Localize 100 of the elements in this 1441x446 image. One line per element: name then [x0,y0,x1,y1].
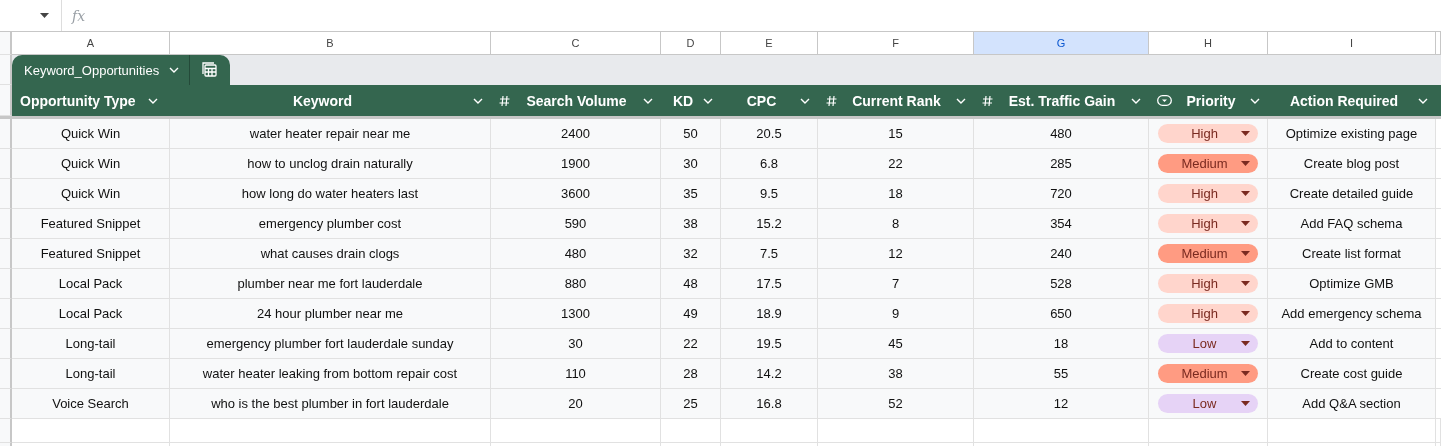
column-header[interactable] [1436,32,1441,55]
table-cell: 49 [661,299,721,329]
table-cell: 38 [818,359,974,389]
column-heading[interactable]: Current Rank [818,85,974,116]
column-heading[interactable]: Action Required [1268,85,1436,116]
column-heading[interactable]: Priority [1149,85,1268,116]
column-header[interactable]: E [721,32,818,55]
caret-icon [1241,281,1250,286]
table-cell: 52 [818,389,974,419]
table-cell: 25 [661,389,721,419]
table-cell: 1300 [491,299,661,329]
chevron-down-icon [473,97,483,104]
priority-dropdown[interactable]: Medium [1158,364,1258,383]
table-cell: 16.8 [721,389,818,419]
table-cell: 240 [974,239,1149,269]
row-header[interactable] [0,119,12,149]
table-cell: Long-tail [12,329,170,359]
table-cell: Add FAQ schema [1268,209,1436,239]
column-header[interactable]: C [491,32,661,55]
column-heading[interactable]: Search Volume [491,85,661,116]
row-header[interactable] [0,179,12,209]
priority-dropdown[interactable]: High [1158,304,1258,323]
table-view-button[interactable] [190,55,231,85]
table-cell: 22 [661,329,721,359]
table-cell: 17.5 [721,269,818,299]
table-cell: 720 [974,179,1149,209]
row-header[interactable] [0,419,12,443]
chevron-down-icon [169,67,180,73]
table-cell: 18 [818,179,974,209]
chevron-down-icon [1418,97,1428,104]
table-cell: 880 [491,269,661,299]
column-heading[interactable]: Opportunity Type [12,85,170,116]
column-header[interactable]: B [170,32,491,55]
column-heading[interactable]: Keyword [170,85,491,116]
column-header[interactable]: H [1149,32,1268,55]
table-cell: Add emergency schema [1268,299,1436,329]
row-header[interactable] [0,55,12,85]
table-name: Keyword_Opportunities [24,62,160,78]
table-cell: Quick Win [12,149,170,179]
table-cell: Add to content [1268,329,1436,359]
table-cell: 7 [818,269,974,299]
table-cell: 20 [491,389,661,419]
row-header[interactable] [0,209,12,239]
table-cell: Featured Snippet [12,239,170,269]
priority-dropdown[interactable]: Medium [1158,154,1258,173]
chevron-down-icon [956,97,966,104]
priority-dropdown[interactable]: Low [1158,334,1258,353]
table-cell: 18 [974,329,1149,359]
table-cell: 30 [661,149,721,179]
priority-dropdown[interactable]: High [1158,214,1258,233]
select-all-corner[interactable] [0,32,12,55]
priority-dropdown[interactable]: High [1158,124,1258,143]
table-cell: 650 [974,299,1149,329]
column-header[interactable]: G [974,32,1149,55]
row-header[interactable] [0,389,12,419]
table-cell: 1900 [491,149,661,179]
row-header[interactable] [0,85,12,116]
table-cell: water heater leaking from bottom repair cost [170,359,491,389]
hash-icon [982,94,993,107]
table-cell: 24 hour plumber near me [170,299,491,329]
row-header[interactable] [0,299,12,329]
table-cell: 110 [491,359,661,389]
row-header[interactable] [0,269,12,299]
table-cell: Featured Snippet [12,209,170,239]
table-cell: Create list format [1268,239,1436,269]
table-name-tab[interactable]: Keyword_Opportunities [12,55,191,85]
caret-icon [1241,221,1250,226]
table-cell: 3600 [491,179,661,209]
table-cell: 6.8 [721,149,818,179]
table-cell: 50 [661,119,721,149]
priority-dropdown[interactable]: Medium [1158,244,1258,263]
calculator-icon [202,62,219,78]
priority-dropdown[interactable]: High [1158,184,1258,203]
column-heading[interactable]: CPC [721,85,818,116]
column-header[interactable]: D [661,32,721,55]
row-header[interactable] [0,149,12,179]
table-cell: 45 [818,329,974,359]
row-header[interactable] [0,239,12,269]
table-cell: 12 [974,389,1149,419]
table-cell: Quick Win [12,119,170,149]
table-cell: 48 [661,269,721,299]
dropdown-caret-icon [40,13,49,18]
table-cell: 35 [661,179,721,209]
column-heading[interactable]: Est. Traffic Gain [974,85,1149,116]
row-header[interactable] [0,359,12,389]
row-header[interactable] [0,329,12,359]
column-header[interactable]: I [1268,32,1436,55]
table-cell: how to unclog drain naturally [170,149,491,179]
table-cell: 28 [661,359,721,389]
table-cell: Long-tail [12,359,170,389]
formula-label: fx [72,7,86,24]
priority-dropdown[interactable]: Low [1158,394,1258,413]
table-cell: 590 [491,209,661,239]
table-cell: 480 [974,119,1149,149]
column-header[interactable]: F [818,32,974,55]
priority-dropdown[interactable]: High [1158,274,1258,293]
column-heading[interactable]: KD [661,85,721,116]
hash-icon [826,94,837,107]
column-header[interactable]: A [12,32,170,55]
table-cell: 354 [974,209,1149,239]
